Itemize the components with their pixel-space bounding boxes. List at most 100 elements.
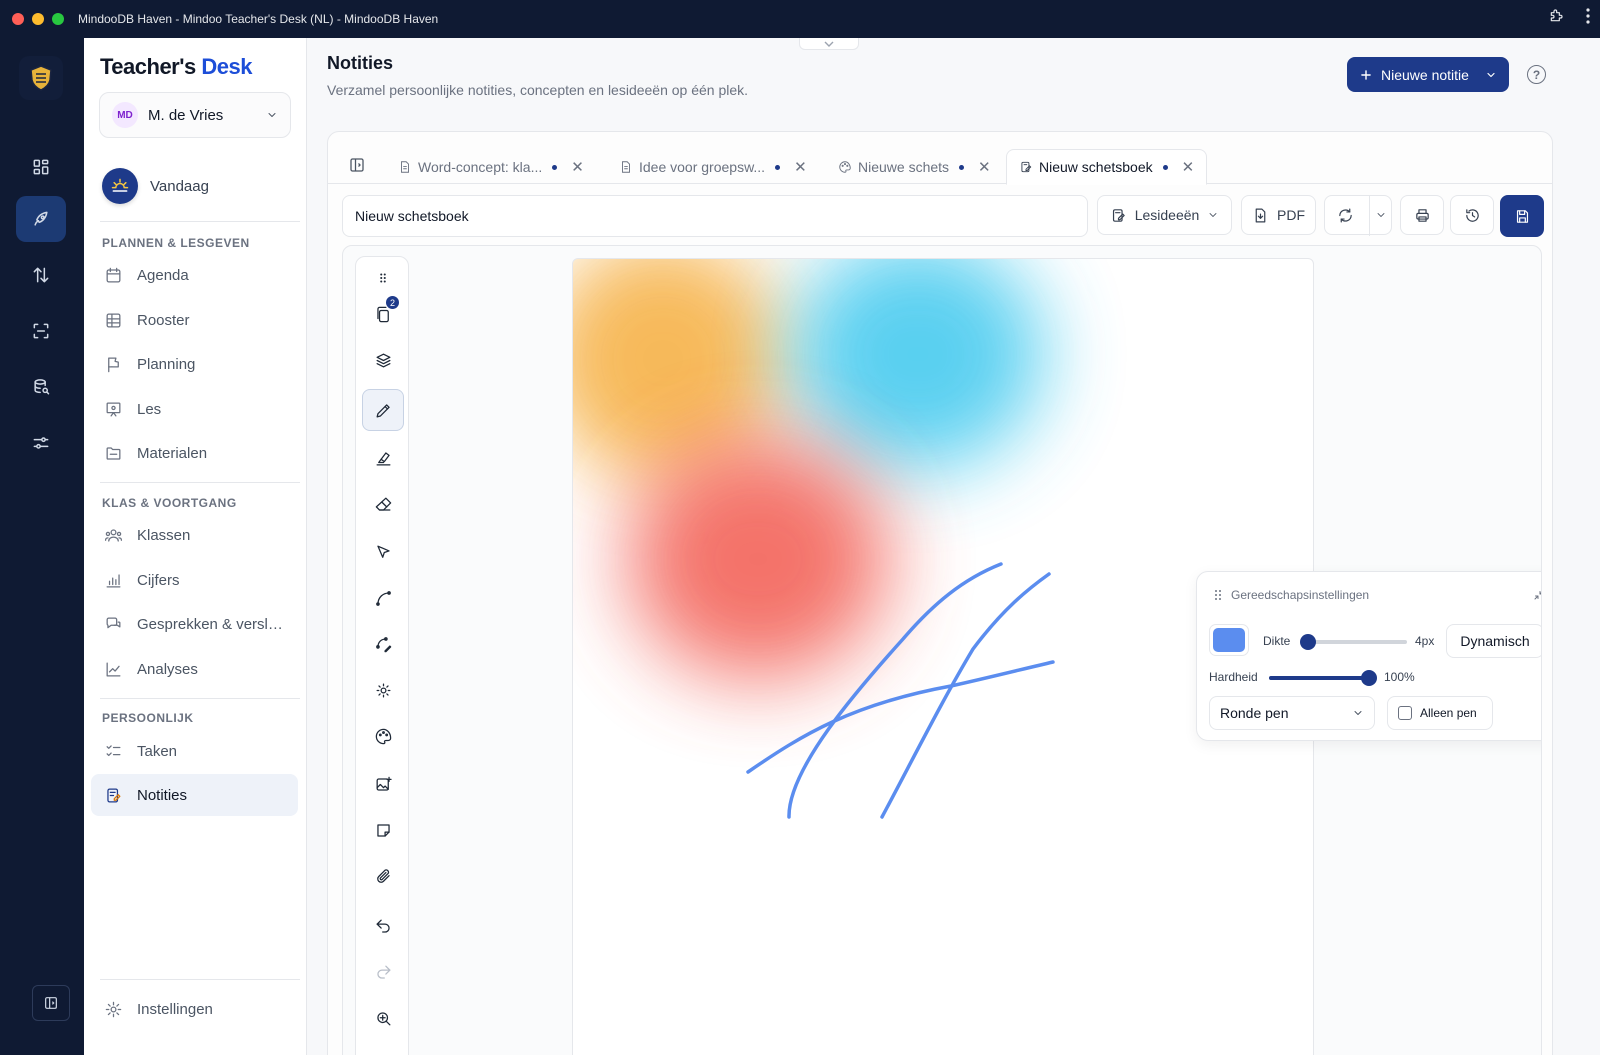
app-rail [0,38,84,1055]
rail-collapse-button[interactable] [32,985,70,1021]
minimize-icon[interactable] [1533,588,1541,606]
insert-image-tool[interactable] [362,763,404,805]
undo-icon [376,919,390,933]
close-tab-icon[interactable]: ✕ [1182,158,1195,176]
pen-only-toggle[interactable]: Alleen pen [1387,696,1493,730]
unsaved-dot [552,164,558,170]
database-search-icon [34,379,50,395]
curve-tool[interactable] [362,577,404,619]
close-tab-icon[interactable]: ✕ [571,158,584,176]
sync-button[interactable] [1324,195,1392,236]
layers-tool[interactable] [362,339,404,381]
sidebar-item-les[interactable]: Les [91,388,298,430]
note-title-input[interactable] [342,195,1088,237]
refresh-icon [1339,208,1352,222]
pull-down-handle[interactable] [799,38,859,50]
close-tab-icon[interactable]: ✕ [978,158,991,176]
tab-idee-groepswerk[interactable]: Idee voor groepsw... ✕ [607,149,819,185]
tab-nieuw-schetsboek[interactable]: Nieuw schetsboek ✕ [1006,149,1208,185]
tab-nieuwe-schets[interactable]: Nieuwe schets ✕ [826,149,1003,185]
drag-handle[interactable] [362,265,404,291]
minimize-window-button[interactable] [32,13,44,25]
blue-paint-blob [793,259,1043,469]
maximize-window-button[interactable] [52,13,64,25]
grip-icon[interactable] [1213,588,1223,607]
tab-word-concept[interactable]: Word-concept: kla... ✕ [386,149,596,185]
slider-knob[interactable] [1300,634,1317,650]
rail-launch-button[interactable] [16,196,66,242]
select-tool[interactable] [362,531,404,573]
sidebar-item-planning[interactable]: Planning [91,343,298,385]
sketch-workspace: 2 Gereedschapsinstellingen Dikte 4px Dyn… [342,245,1542,1055]
rail-settings-button[interactable] [16,420,66,466]
hardness-label: Hardheid [1209,670,1258,684]
slider-fill [1269,676,1369,680]
sidebar-item-analyses[interactable]: Analyses [91,648,298,690]
user-name: M. de Vries [148,106,224,124]
pen-tool[interactable] [362,389,404,431]
help-icon[interactable]: ? [1527,65,1546,84]
color-tool[interactable] [362,715,404,757]
close-tab-icon[interactable]: ✕ [794,158,807,176]
pen-type-select[interactable]: Ronde pen [1209,696,1375,730]
save-button[interactable] [1500,195,1544,237]
print-button[interactable] [1400,195,1444,235]
pages-tool[interactable]: 2 [362,293,404,335]
thickness-label: Dikte [1263,634,1291,648]
sidebar-item-instellingen[interactable]: Instellingen [91,988,298,1030]
rail-scan-button[interactable] [16,308,66,354]
history-icon [1465,208,1479,222]
user-selector[interactable]: MD M. de Vries [99,92,291,138]
section-title-planning: PLANNEN & LESGEVEN [102,236,250,250]
attachment-tool[interactable] [362,855,404,897]
eraser-tool[interactable] [362,483,404,525]
category-select[interactable]: Lesideeën [1097,195,1232,235]
highlighter-tool[interactable] [362,437,404,479]
sidebar-item-cijfers[interactable]: Cijfers [91,559,298,601]
dynamic-button[interactable]: Dynamisch [1446,624,1541,658]
users-icon [104,528,123,542]
palette-icon [839,161,851,173]
dashboard-icon [33,159,49,175]
pen-only-checkbox[interactable] [1398,706,1412,720]
rail-database-button[interactable] [16,364,66,410]
redo-button[interactable] [362,951,404,993]
zoom-in-button[interactable] [362,997,404,1039]
sidebar-item-taken[interactable]: Taken [91,730,298,772]
sidebar-item-materialen[interactable]: Materialen [91,432,298,474]
pencil-icon [376,403,390,417]
close-window-button[interactable] [12,13,24,25]
sidebar-item-agenda[interactable]: Agenda [91,254,298,296]
curve-edit-tool[interactable] [362,623,404,665]
hardness-slider[interactable] [1269,670,1377,686]
more-menu-icon[interactable] [1586,8,1590,24]
sidebar-item-notities[interactable]: Notities [91,774,298,816]
sticky-note-tool[interactable] [362,809,404,851]
sketchbook-icon [1021,161,1032,173]
divider [100,698,300,699]
unsaved-dot [1162,164,1168,170]
slider-knob[interactable] [1361,670,1377,686]
notes-editor-card: Word-concept: kla... ✕ Idee voor groepsw… [327,131,1553,1055]
extensions-icon[interactable] [1548,8,1564,24]
chevron-down-icon[interactable] [1375,209,1387,221]
rail-dashboard-button[interactable] [16,144,66,190]
rail-sync-button[interactable] [16,252,66,298]
thickness-slider[interactable] [1300,634,1407,650]
sidebar-item-rooster[interactable]: Rooster [91,299,298,341]
sidebar-item-klassen[interactable]: Klassen [91,514,298,556]
cursor-icon [376,545,390,558]
new-note-button[interactable]: Nieuwe notitie [1347,57,1509,92]
undo-button[interactable] [362,905,404,947]
chevron-down-icon [824,41,834,47]
brightness-tool[interactable] [362,669,404,711]
export-pdf-button[interactable]: PDF [1241,195,1316,235]
panel-toggle-button[interactable] [348,156,366,179]
pen-stroke [746,660,1055,774]
today-link[interactable]: Vandaag [102,168,209,204]
scan-icon [33,323,49,339]
sidebar-item-gesprekken[interactable]: Gesprekken & versla... [91,603,298,645]
history-button[interactable] [1450,195,1494,235]
swatch-color [1213,628,1245,652]
color-swatch[interactable] [1209,624,1249,656]
